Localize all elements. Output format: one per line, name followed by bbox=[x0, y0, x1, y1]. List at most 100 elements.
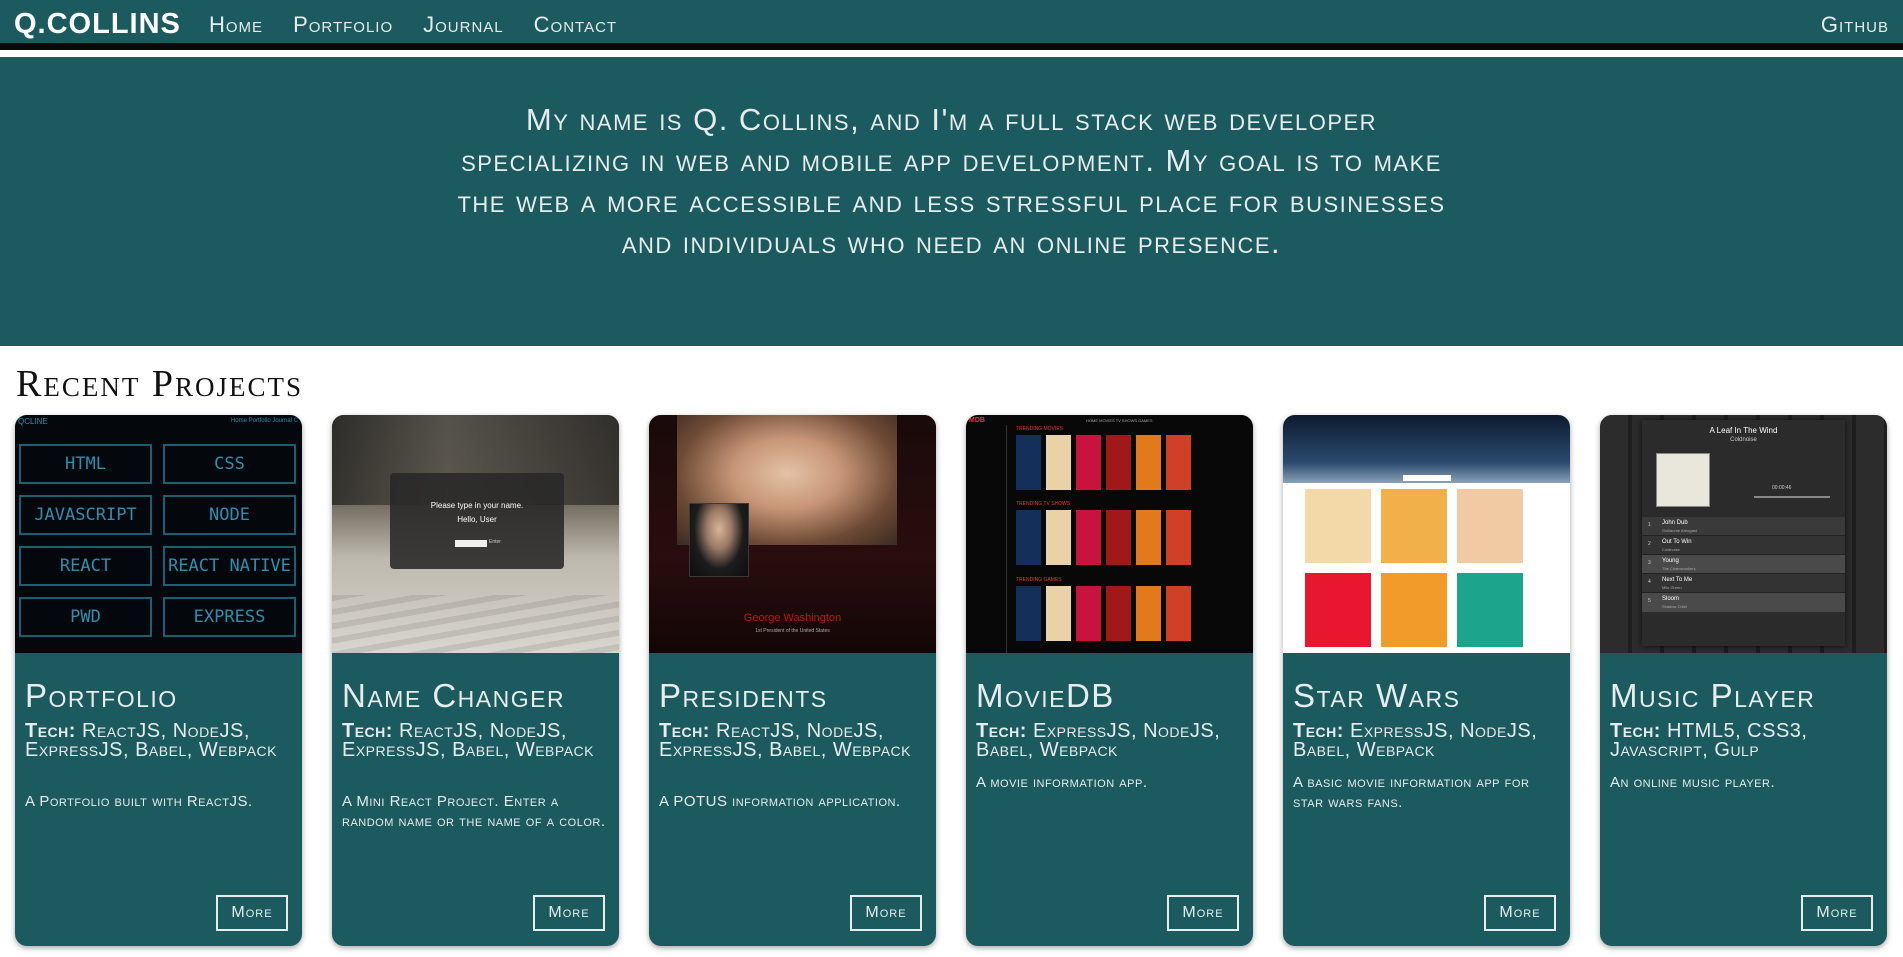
project-description: A Portfolio built with ReactJS. bbox=[25, 793, 253, 810]
thumb-tracklist: 1 John Dub Guillaume Arbogast 2 Out To W… bbox=[1642, 517, 1845, 612]
project-description: An online music player. bbox=[1610, 774, 1776, 791]
project-tech: Tech: ReactJS, NodeJS, ExpressJS, Babel,… bbox=[342, 721, 614, 760]
project-card-moviedb[interactable]: MDB HOME MOVIES TV SHOWS GAMES TRENDING … bbox=[966, 415, 1253, 946]
skill-box: NODE bbox=[163, 495, 296, 535]
project-description: A movie information app. bbox=[976, 774, 1148, 791]
thumb-dialog: Please type in your name. Hello, User En… bbox=[390, 473, 564, 569]
thumb-track: 2 Out To Win Coldnoise bbox=[1642, 536, 1845, 555]
thumb-row-label: TRENDING MOVIES bbox=[1016, 426, 1063, 432]
skill-box: JAVASCRIPT bbox=[19, 495, 152, 535]
skill-box: EXPRESS bbox=[163, 597, 296, 637]
thumb-sketch bbox=[332, 595, 619, 653]
top-nav: Q.COLLINS Home Portfolio Journal Contact… bbox=[0, 0, 1903, 50]
thumb-time: 00:00:46 bbox=[1772, 485, 1792, 491]
thumb-president-name: George Washington bbox=[743, 612, 842, 624]
project-thumbnail: A Leaf In The Wind Coldnoise 00:00:46 1 … bbox=[1600, 415, 1887, 653]
thumb-greeting: Hello, User bbox=[457, 515, 497, 524]
thumb-track-artist: Guillaume Arbogast bbox=[1662, 528, 1697, 533]
project-card-star-wars[interactable]: Star Wars Tech: ExpressJS, NodeJS, Babel… bbox=[1283, 415, 1570, 946]
brand-logo[interactable]: Q.COLLINS bbox=[14, 8, 181, 41]
thumb-track-number: 5 bbox=[1648, 598, 1651, 604]
thumb-track: 4 Next To Me Milo Green bbox=[1642, 574, 1845, 593]
project-description: A POTUS information application. bbox=[659, 793, 901, 810]
project-tech: Tech: ExpressJS, NodeJS, Babel, Webpack bbox=[976, 721, 1248, 760]
project-title: Presidents bbox=[659, 677, 828, 714]
project-thumbnail: Please type in your name. Hello, User En… bbox=[332, 415, 619, 653]
thumb-song-title: A Leaf In The Wind bbox=[1709, 426, 1778, 435]
thumb-banner bbox=[1283, 415, 1570, 483]
project-thumbnail bbox=[1283, 415, 1570, 653]
project-title: Portfolio bbox=[25, 677, 178, 714]
project-tech: Tech: ExpressJS, NodeJS, Babel, Webpack bbox=[1293, 721, 1565, 760]
thumb-track: 3 Young The Chainsmokers bbox=[1642, 555, 1845, 574]
thumb-track-artist: Coldnoise bbox=[1662, 547, 1680, 552]
skill-box: CSS bbox=[163, 444, 296, 484]
thumb-track-title: Out To Win bbox=[1662, 539, 1692, 545]
thumb-poster-row bbox=[1016, 510, 1191, 565]
thumb-enter: Enter bbox=[489, 539, 501, 545]
more-button[interactable]: More bbox=[850, 895, 922, 931]
thumb-logo: QCLINE bbox=[18, 417, 48, 426]
more-button[interactable]: More bbox=[1801, 895, 1873, 931]
thumb-nav: Home Portfolio Journal C bbox=[230, 418, 298, 424]
thumb-track-title: Sloom bbox=[1662, 596, 1680, 602]
project-title: MovieDB bbox=[976, 677, 1115, 714]
nav-link-home[interactable]: Home bbox=[209, 12, 263, 38]
thumb-track-title: John Dub bbox=[1662, 520, 1688, 526]
thumb-row-label: TRENDING GAMES bbox=[1016, 577, 1062, 583]
project-tech: Tech: ReactJS, NodeJS, ExpressJS, Babel,… bbox=[659, 721, 931, 760]
thumb-track-artist: The Chainsmokers bbox=[1662, 566, 1696, 571]
thumb-track-artist: Shadow Child bbox=[1662, 604, 1687, 609]
project-cards: QCLINE Home Portfolio Journal C HTML CSS… bbox=[15, 415, 1889, 946]
project-tech: Tech: ReactJS, NodeJS, ExpressJS, Babel,… bbox=[25, 721, 297, 760]
skill-box: PWD bbox=[19, 597, 152, 637]
thumb-poster-grid bbox=[1305, 489, 1523, 647]
nav-link-journal[interactable]: Journal bbox=[423, 12, 504, 38]
thumb-track-title: Young bbox=[1662, 558, 1679, 564]
section-title: Recent Projects bbox=[16, 363, 303, 405]
project-card-music-player[interactable]: A Leaf In The Wind Coldnoise 00:00:46 1 … bbox=[1600, 415, 1887, 946]
nav-link-portfolio[interactable]: Portfolio bbox=[293, 12, 393, 38]
thumb-search bbox=[1403, 475, 1451, 481]
thumb-poster-row bbox=[1016, 586, 1191, 641]
skill-box: REACT bbox=[19, 546, 152, 586]
thumb-track-title: Next To Me bbox=[1662, 577, 1693, 583]
project-description: A Mini React Project. Enter a random nam… bbox=[342, 793, 606, 830]
project-card-portfolio[interactable]: QCLINE Home Portfolio Journal C HTML CSS… bbox=[15, 415, 302, 946]
more-button[interactable]: More bbox=[216, 895, 288, 931]
project-thumbnail: QCLINE Home Portfolio Journal C HTML CSS… bbox=[15, 415, 302, 653]
nav-link-github[interactable]: Github bbox=[1821, 12, 1889, 38]
thumb-track-number: 4 bbox=[1648, 579, 1651, 585]
thumb-track-number: 1 bbox=[1648, 522, 1651, 528]
project-title: Name Changer bbox=[342, 677, 566, 714]
thumb-logo: MDB bbox=[969, 417, 985, 424]
project-description: A basic movie information app for star w… bbox=[1293, 774, 1530, 811]
thumb-input bbox=[455, 540, 487, 547]
thumb-row-label: TRENDING TV SHOWS bbox=[1016, 501, 1071, 507]
hero-intro-text: My name is Q. Collins, and I'm a full st… bbox=[457, 102, 1446, 260]
thumb-progress-track bbox=[1754, 496, 1830, 498]
thumb-track: 1 John Dub Guillaume Arbogast bbox=[1642, 517, 1845, 536]
project-card-presidents[interactable]: George Washington 1st President of the U… bbox=[649, 415, 936, 946]
thumb-player: A Leaf In The Wind Coldnoise 00:00:46 1 … bbox=[1642, 420, 1845, 646]
thumb-track-number: 3 bbox=[1648, 560, 1651, 566]
more-button[interactable]: More bbox=[533, 895, 605, 931]
nav-link-contact[interactable]: Contact bbox=[534, 12, 617, 38]
project-title: Star Wars bbox=[1293, 677, 1461, 714]
thumb-track: 5 Sloom Shadow Child bbox=[1642, 593, 1845, 612]
more-button[interactable]: More bbox=[1167, 895, 1239, 931]
thumb-song-artist: Coldnoise bbox=[1730, 437, 1757, 443]
project-thumbnail: George Washington 1st President of the U… bbox=[649, 415, 936, 653]
thumb-top-links: HOME MOVIES TV SHOWS GAMES bbox=[1086, 418, 1153, 423]
thumb-sidebar-divider bbox=[1006, 425, 1007, 653]
nav-links: Home Portfolio Journal Contact bbox=[209, 12, 617, 38]
thumb-track-artist: Milo Green bbox=[1662, 585, 1682, 590]
more-button[interactable]: More bbox=[1484, 895, 1556, 931]
project-card-name-changer[interactable]: Please type in your name. Hello, User En… bbox=[332, 415, 619, 946]
thumb-prompt: Please type in your name. bbox=[430, 501, 524, 510]
skill-box: REACT NATIVE bbox=[163, 546, 296, 586]
thumb-track-number: 2 bbox=[1648, 541, 1651, 547]
thumb-president-subtitle: 1st President of the United States bbox=[755, 628, 830, 634]
hero-section: My name is Q. Collins, and I'm a full st… bbox=[0, 57, 1903, 346]
skill-box: HTML bbox=[19, 444, 152, 484]
